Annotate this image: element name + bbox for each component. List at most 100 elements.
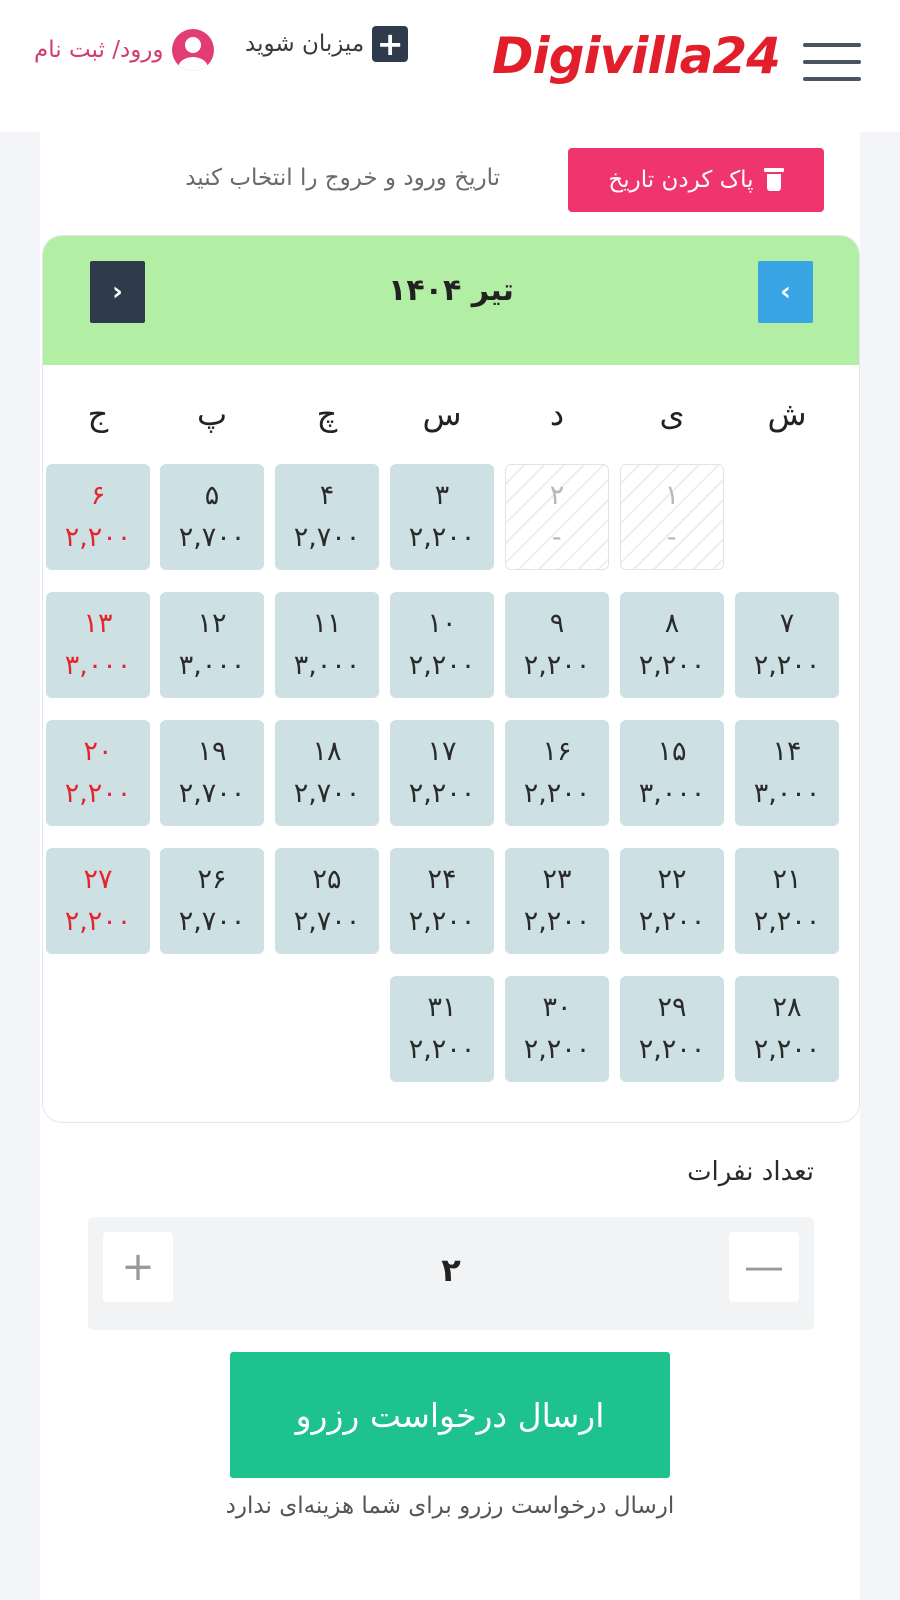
calendar-day[interactable]: ۱۲ ۳,۰۰۰ xyxy=(160,592,264,698)
day-number: ۱۷ xyxy=(427,736,457,767)
calendar-day[interactable]: ۲۸ ۲,۲۰۰ xyxy=(735,976,839,1082)
increase-guests-button[interactable]: + xyxy=(103,1232,173,1302)
weekday-label: س xyxy=(422,395,462,433)
day-price: ۳,۰۰۰ xyxy=(178,650,246,681)
next-month-button[interactable]: › xyxy=(90,261,145,323)
day-number: ۱۸ xyxy=(312,736,342,767)
day-price: ۲,۲۰۰ xyxy=(64,906,132,937)
calendar-day[interactable]: ۱۶ ۲,۲۰۰ xyxy=(505,720,609,826)
day-price: ۲,۲۰۰ xyxy=(523,778,591,809)
date-select-hint: تاریخ ورود و خروج را انتخاب کنید xyxy=(185,165,500,191)
submit-reservation-button[interactable]: ارسال درخواست رزرو xyxy=(230,1352,670,1478)
calendar-day[interactable]: ۷ ۲,۲۰۰ xyxy=(735,592,839,698)
weekday-label: چ xyxy=(316,395,338,433)
day-number: ۲۸ xyxy=(772,992,802,1023)
day-number: ۸ xyxy=(664,608,680,639)
calendar-day[interactable]: ۱۰ ۲,۲۰۰ xyxy=(390,592,494,698)
previous-month-button[interactable]: ‹ xyxy=(758,261,813,323)
calendar-header: › تیر ۱۴۰۴ ‹ xyxy=(43,236,859,365)
day-number: ۲۵ xyxy=(312,864,342,895)
calendar-day[interactable]: ۳ ۲,۲۰۰ xyxy=(390,464,494,570)
calendar-day[interactable]: ۲۵ ۲,۷۰۰ xyxy=(275,848,379,954)
day-number: ۱۱ xyxy=(312,608,342,639)
chevron-right-icon: › xyxy=(112,277,123,307)
user-circle-icon xyxy=(171,29,214,71)
guests-count: ۲ xyxy=(441,1251,461,1289)
day-number: ۵ xyxy=(204,480,220,511)
become-host-label: میزبان شوید xyxy=(245,31,365,57)
day-number: ۱۰ xyxy=(427,608,457,639)
calendar-day: ۲- xyxy=(505,464,609,570)
day-number: ۲۲ xyxy=(657,864,687,895)
day-number: ۲ xyxy=(549,480,565,511)
day-price: ۲,۲۰۰ xyxy=(753,1034,821,1065)
day-number: ۱۲ xyxy=(197,608,227,639)
calendar-day[interactable]: ۲۷ ۲,۲۰۰ xyxy=(46,848,150,954)
calendar-day[interactable]: ۲۹ ۲,۲۰۰ xyxy=(620,976,724,1082)
calendar-day[interactable]: ۳۰ ۲,۲۰۰ xyxy=(505,976,609,1082)
decrease-guests-button[interactable]: — xyxy=(729,1232,799,1302)
calendar-day[interactable]: ۱۱ ۳,۰۰۰ xyxy=(275,592,379,698)
calendar-day[interactable]: ۲۰ ۲,۲۰۰ xyxy=(46,720,150,826)
calendar-day[interactable]: ۲۴ ۲,۲۰۰ xyxy=(390,848,494,954)
calendar-day[interactable]: ۹ ۲,۲۰۰ xyxy=(505,592,609,698)
calendar-day[interactable]: ۲۳ ۲,۲۰۰ xyxy=(505,848,609,954)
login-register-link[interactable]: ورود/ ثبت نام xyxy=(34,28,214,72)
day-price: ۲,۲۰۰ xyxy=(523,906,591,937)
calendar-day[interactable]: ۴ ۲,۷۰۰ xyxy=(275,464,379,570)
day-price: ۲,۲۰۰ xyxy=(408,650,476,681)
day-number: ۱۴ xyxy=(772,736,802,767)
day-number: ۱۳ xyxy=(83,608,113,639)
day-price: ۳,۰۰۰ xyxy=(638,778,706,809)
month-title: تیر ۱۴۰۴ xyxy=(388,273,514,308)
calendar-day[interactable]: ۲۶ ۲,۷۰۰ xyxy=(160,848,264,954)
clear-dates-label: پاک کردن تاریخ xyxy=(608,167,754,193)
day-number: ۲۷ xyxy=(83,864,113,895)
day-price: - xyxy=(666,522,678,553)
day-number: ۲۳ xyxy=(542,864,572,895)
hamburger-menu-icon[interactable] xyxy=(803,43,861,81)
calendar-day[interactable]: ۱۳ ۳,۰۰۰ xyxy=(46,592,150,698)
clear-dates-button[interactable]: پاک کردن تاریخ xyxy=(568,148,824,212)
calendar-day[interactable]: ۱۵ ۳,۰۰۰ xyxy=(620,720,724,826)
day-price: ۲,۲۰۰ xyxy=(408,522,476,553)
day-number: ۲۶ xyxy=(197,864,227,895)
day-number: ۳ xyxy=(434,480,450,511)
guests-stepper: + ۲ — xyxy=(88,1217,814,1330)
day-number: ۲۰ xyxy=(83,736,113,767)
weekday-label: ش xyxy=(767,395,807,433)
calendar-day[interactable]: ۳۱ ۲,۲۰۰ xyxy=(390,976,494,1082)
calendar-day[interactable]: ۲۱ ۲,۲۰۰ xyxy=(735,848,839,954)
day-number: ۱۶ xyxy=(542,736,572,767)
calendar-day[interactable]: ۸ ۲,۲۰۰ xyxy=(620,592,724,698)
guests-label: تعداد نفرات xyxy=(687,1157,814,1187)
booking-calendar: › تیر ۱۴۰۴ ‹ شیدسچپج ۱-۲-۳ ۲,۲۰۰ ۴ ۲,۷۰۰ ۵ ۲,… xyxy=(42,235,860,1123)
day-price: ۳,۰۰۰ xyxy=(753,778,821,809)
day-number: ۹ xyxy=(549,608,565,639)
chevron-left-icon: ‹ xyxy=(780,277,791,307)
submit-note: ارسال درخواست رزرو برای شما هزینه‌ای ندا… xyxy=(225,1493,675,1519)
site-header: Digivilla24 + میزبان شوید ورود/ ثبت نام xyxy=(0,0,900,132)
become-host-link[interactable]: + میزبان شوید xyxy=(245,26,409,62)
day-price: ۲,۲۰۰ xyxy=(638,906,706,937)
calendar-day[interactable]: ۱۷ ۲,۲۰۰ xyxy=(390,720,494,826)
day-price: ۲,۷۰۰ xyxy=(293,778,361,809)
day-price: ۲,۲۰۰ xyxy=(408,906,476,937)
day-number: ۶ xyxy=(90,480,106,511)
calendar-day[interactable]: ۱۴ ۳,۰۰۰ xyxy=(735,720,839,826)
calendar-day[interactable]: ۲۲ ۲,۲۰۰ xyxy=(620,848,724,954)
day-price: ۲,۲۰۰ xyxy=(753,650,821,681)
day-price: ۲,۲۰۰ xyxy=(64,778,132,809)
weekday-label: ج xyxy=(87,395,109,433)
weekday-label: د xyxy=(549,395,565,433)
calendar-day[interactable]: ۱۹ ۲,۷۰۰ xyxy=(160,720,264,826)
day-number: ۱۹ xyxy=(197,736,227,767)
calendar-day[interactable]: ۱۸ ۲,۷۰۰ xyxy=(275,720,379,826)
calendar-day[interactable]: ۶ ۲,۲۰۰ xyxy=(46,464,150,570)
day-number: ۷ xyxy=(779,608,795,639)
day-number: ۲۱ xyxy=(772,864,802,895)
calendar-day[interactable]: ۵ ۲,۷۰۰ xyxy=(160,464,264,570)
day-price: ۲,۲۰۰ xyxy=(523,650,591,681)
site-logo[interactable]: Digivilla24 xyxy=(492,26,781,86)
login-register-label: ورود/ ثبت نام xyxy=(34,37,164,63)
